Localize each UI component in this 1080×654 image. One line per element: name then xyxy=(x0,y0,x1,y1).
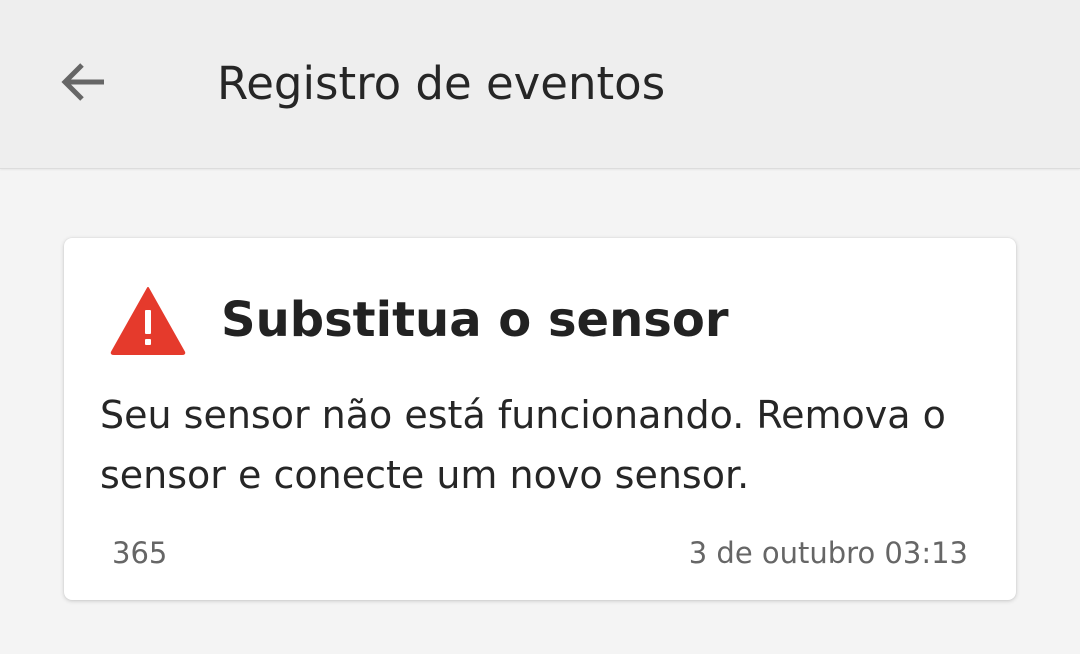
app-bar: Registro de eventos xyxy=(0,0,1080,169)
event-timestamp: 3 de outubro 03:13 xyxy=(688,536,968,570)
arrow-left-icon xyxy=(61,63,104,101)
warning-triangle-icon xyxy=(110,287,186,355)
event-code: 365 xyxy=(112,536,168,570)
event-message: Seu sensor não está funcionando. Remova … xyxy=(100,393,946,497)
page-title: Registro de eventos xyxy=(217,57,666,110)
back-button[interactable] xyxy=(44,42,124,122)
event-card[interactable]: Substitua o sensor Seu sensor não está f… xyxy=(64,238,1016,600)
event-title: Substitua o sensor xyxy=(221,292,729,348)
